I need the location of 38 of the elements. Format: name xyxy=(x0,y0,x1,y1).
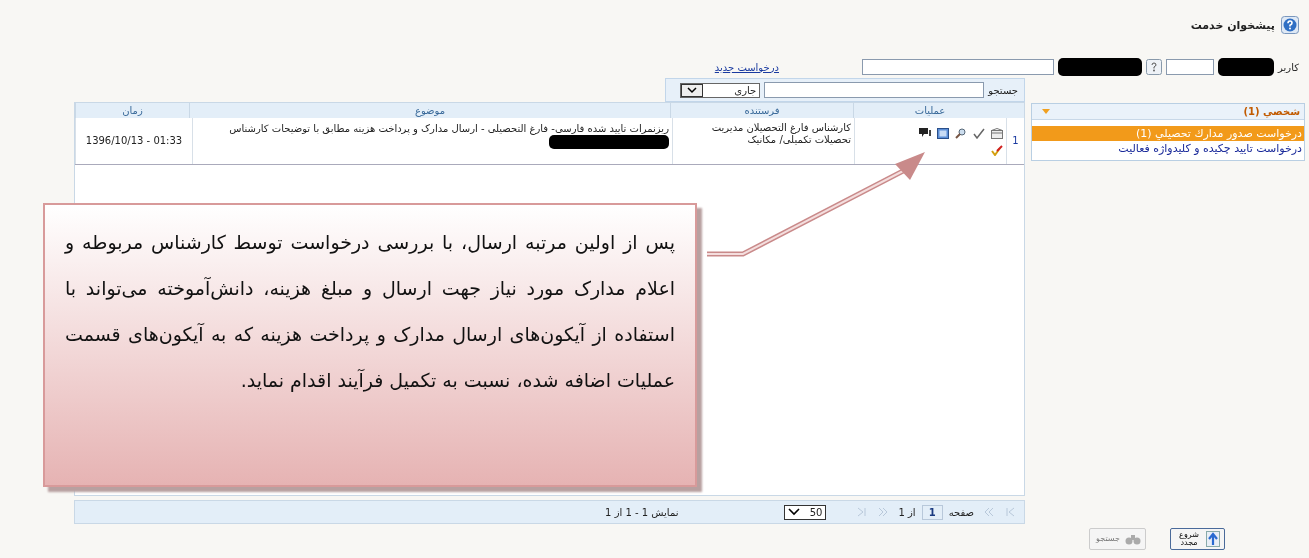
chat-icon[interactable] xyxy=(919,128,931,139)
page-number-field[interactable]: 1 xyxy=(921,504,943,520)
record-summary: نمایش 1 - 1 از 1 xyxy=(605,506,679,518)
restart-button[interactable]: شروع مجدد xyxy=(1170,528,1225,550)
dropdown-icon[interactable] xyxy=(681,83,704,97)
caret-icon[interactable] xyxy=(1042,108,1050,115)
page-size-select[interactable]: 50 xyxy=(784,504,827,520)
callout-box: پس از اولین مرتبه ارسال، با بررسی درخواست توسط کارشناس مربوطه و اعلام مدارک مورد نیاز جهت ارسال و مبلغ هزینه، دانش‌آموخته می‌تواند با استفاده از آیکون‌های ارسال مدارک و پرداخت هزینه که به آیکون‌های قسمت عملیات اضافه شده، نسبت به تکمیل فرآیند اقدام نماید. xyxy=(43,203,697,487)
row-number: 1 xyxy=(1006,118,1024,164)
arrow-icon xyxy=(1206,531,1220,547)
sidebar-item[interactable]: درخواست تایید چکیده و کلیدواژه فعالیت xyxy=(1032,141,1304,156)
redaction-mark xyxy=(1218,58,1275,76)
search-icon[interactable] xyxy=(955,128,967,139)
status-select[interactable]: جاری xyxy=(680,82,761,98)
user-field[interactable] xyxy=(1166,59,1215,75)
edit-check-icon[interactable] xyxy=(991,145,1003,156)
page-count: از 1 xyxy=(898,506,916,518)
sender-cell: کارشناس فارغ التحصیلان مدیریت تحصیلات تکمیلی/ مکانیک xyxy=(672,118,854,164)
check-icon[interactable] xyxy=(973,128,985,139)
new-request-link[interactable]: درخواست جدید xyxy=(714,61,779,73)
page-title: پیشخوان خدمت xyxy=(1190,18,1275,32)
user-name-field[interactable] xyxy=(862,59,1055,75)
lookup-icon[interactable] xyxy=(1146,59,1163,75)
user-label: کاربر xyxy=(1278,61,1299,73)
column-header: موضوع xyxy=(189,103,670,118)
search-label: جستجو xyxy=(988,84,1018,96)
dropdown-icon[interactable] xyxy=(788,507,801,517)
search-field[interactable] xyxy=(764,82,985,98)
sidebar-group-header[interactable]: شخصي (1) xyxy=(1032,104,1304,120)
column-header: زمان xyxy=(75,103,189,118)
binoculars-icon xyxy=(1125,533,1141,545)
help-icon xyxy=(1281,16,1299,34)
document-icon[interactable] xyxy=(937,128,949,139)
page-label: صفحه xyxy=(948,506,974,518)
subject-text: ریزنمرات تایید شده فارسی- فارغ التحصیلی - ارسال مدارک و پرداخت هزینه مطابق با توضیحات کارشناس xyxy=(229,123,669,134)
column-header: فرستنده xyxy=(670,103,853,118)
column-header: عملیات xyxy=(853,103,1006,118)
time-cell: 1396/10/13 - 01:33 xyxy=(75,118,192,164)
